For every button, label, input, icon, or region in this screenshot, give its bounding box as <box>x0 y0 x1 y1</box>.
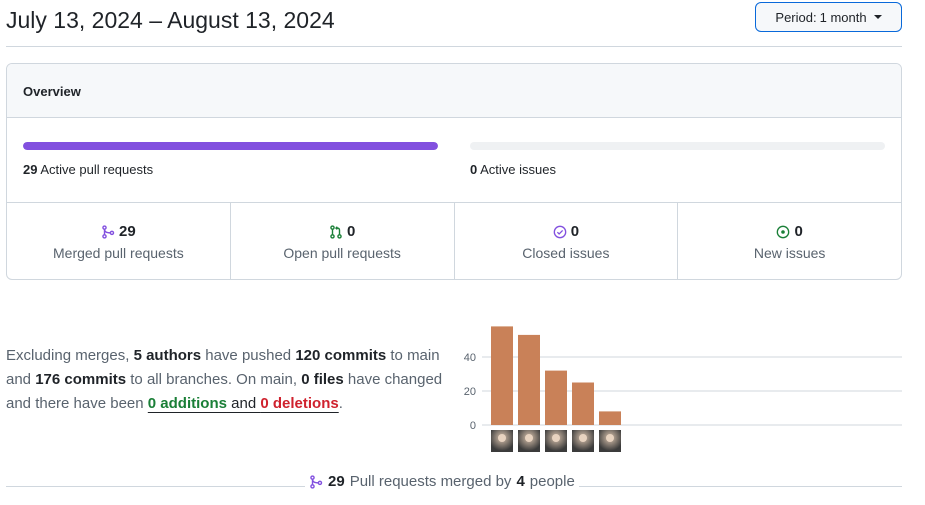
merged-prs-summary: 29 Pull requests merged by 4 people <box>305 473 579 490</box>
summary-text: Excluding merges, <box>6 347 134 364</box>
active-prs-label: Active pull requests <box>40 162 154 177</box>
new-issues-count: 0 <box>794 223 803 240</box>
avatar-face <box>579 434 587 442</box>
contributor-bar[interactable] <box>545 370 567 425</box>
open-prs-count: 0 <box>346 223 356 240</box>
commit-summary: Excluding merges, 5 authors have pushed … <box>6 344 454 416</box>
stat-open-prs[interactable]: 0 Open pull requests <box>231 203 455 279</box>
contributors-bar-chart: 0 20 40 <box>464 326 902 452</box>
active-issues-progress <box>470 142 885 150</box>
overview-box: Overview 29 Active pull requests 0 Activ… <box>6 63 902 280</box>
avatar-face <box>606 434 614 442</box>
merged-text: Pull requests merged by <box>349 473 512 490</box>
merged-prs-label: Merged pull requests <box>53 245 184 261</box>
period-label: Period: <box>775 9 817 25</box>
period-value: 1 month <box>819 9 867 25</box>
active-issues-section[interactable]: 0 Active issues <box>470 142 885 177</box>
closed-issues-label: Closed issues <box>522 245 610 261</box>
period-dropdown-button[interactable]: Period: 1 month <box>755 2 902 32</box>
summary-text: and <box>226 395 261 412</box>
active-issues-count: 0 <box>470 162 478 177</box>
issue-opened-icon <box>777 225 790 238</box>
y-tick-label: 40 <box>464 352 476 364</box>
summary-text: have pushed <box>201 347 296 364</box>
git-pull-request-icon <box>330 224 342 239</box>
stat-closed-issues[interactable]: 0 Closed issues <box>455 203 679 279</box>
merged-people-text: people <box>529 473 575 490</box>
activity-bars: 29 Active pull requests 0 Active issues <box>7 118 901 203</box>
issue-closed-icon <box>553 225 567 238</box>
git-merge-icon <box>310 474 323 489</box>
files-changed: 0 files <box>301 371 344 388</box>
avatar[interactable] <box>545 430 567 452</box>
commits-main-link[interactable]: 120 commits <box>295 347 386 364</box>
additions-deletions-link[interactable]: 0 additions and 0 deletions <box>148 395 339 412</box>
pulse-header: July 13, 2024 – August 13, 2024 Period: … <box>6 0 902 47</box>
contributor-bar[interactable] <box>491 326 513 425</box>
active-prs-section[interactable]: 29 Active pull requests <box>23 142 438 177</box>
avatar[interactable] <box>572 430 594 452</box>
contributor-bar[interactable] <box>518 334 540 425</box>
stats-row: 29 Merged pull requests 0 Open pull requ… <box>7 203 901 279</box>
avatar[interactable] <box>518 430 540 452</box>
y-tick-label: 20 <box>464 386 476 398</box>
stat-merged-prs[interactable]: 29 Merged pull requests <box>7 203 231 279</box>
stat-new-issues[interactable]: 0 New issues <box>678 203 901 279</box>
authors-link[interactable]: 5 authors <box>134 347 202 364</box>
avatar[interactable] <box>491 430 513 452</box>
active-prs-count: 29 <box>23 162 38 177</box>
summary-text: to all branches. On main, <box>126 371 302 388</box>
new-issues-label: New issues <box>753 245 826 261</box>
avatar-face <box>552 434 560 442</box>
open-prs-label: Open pull requests <box>283 245 401 261</box>
overview-title: Overview <box>7 64 901 118</box>
avatar-face <box>525 434 533 442</box>
chevron-down-icon <box>873 15 882 19</box>
closed-issues-count: 0 <box>570 223 580 240</box>
merged-prs-count: 29 <box>119 223 136 240</box>
y-tick-label: 0 <box>470 420 476 432</box>
contributor-bar[interactable] <box>599 411 621 425</box>
merged-people-count: 4 <box>516 473 525 490</box>
additions-count: 0 additions <box>147 395 227 412</box>
date-range-title: July 13, 2024 – August 13, 2024 <box>6 7 335 33</box>
active-prs-progress <box>23 142 438 150</box>
avatar[interactable] <box>599 430 621 452</box>
avatar-face <box>498 434 506 442</box>
commits-all-link[interactable]: 176 commits <box>35 371 126 388</box>
contributor-bar[interactable] <box>572 382 594 426</box>
deletions-count: 0 deletions <box>260 395 339 412</box>
merged-count: 29 <box>328 473 345 490</box>
summary-text: . <box>338 395 343 412</box>
git-merge-icon <box>102 224 115 239</box>
active-issues-label: Active issues <box>480 162 557 177</box>
active-prs-fill <box>23 142 438 150</box>
